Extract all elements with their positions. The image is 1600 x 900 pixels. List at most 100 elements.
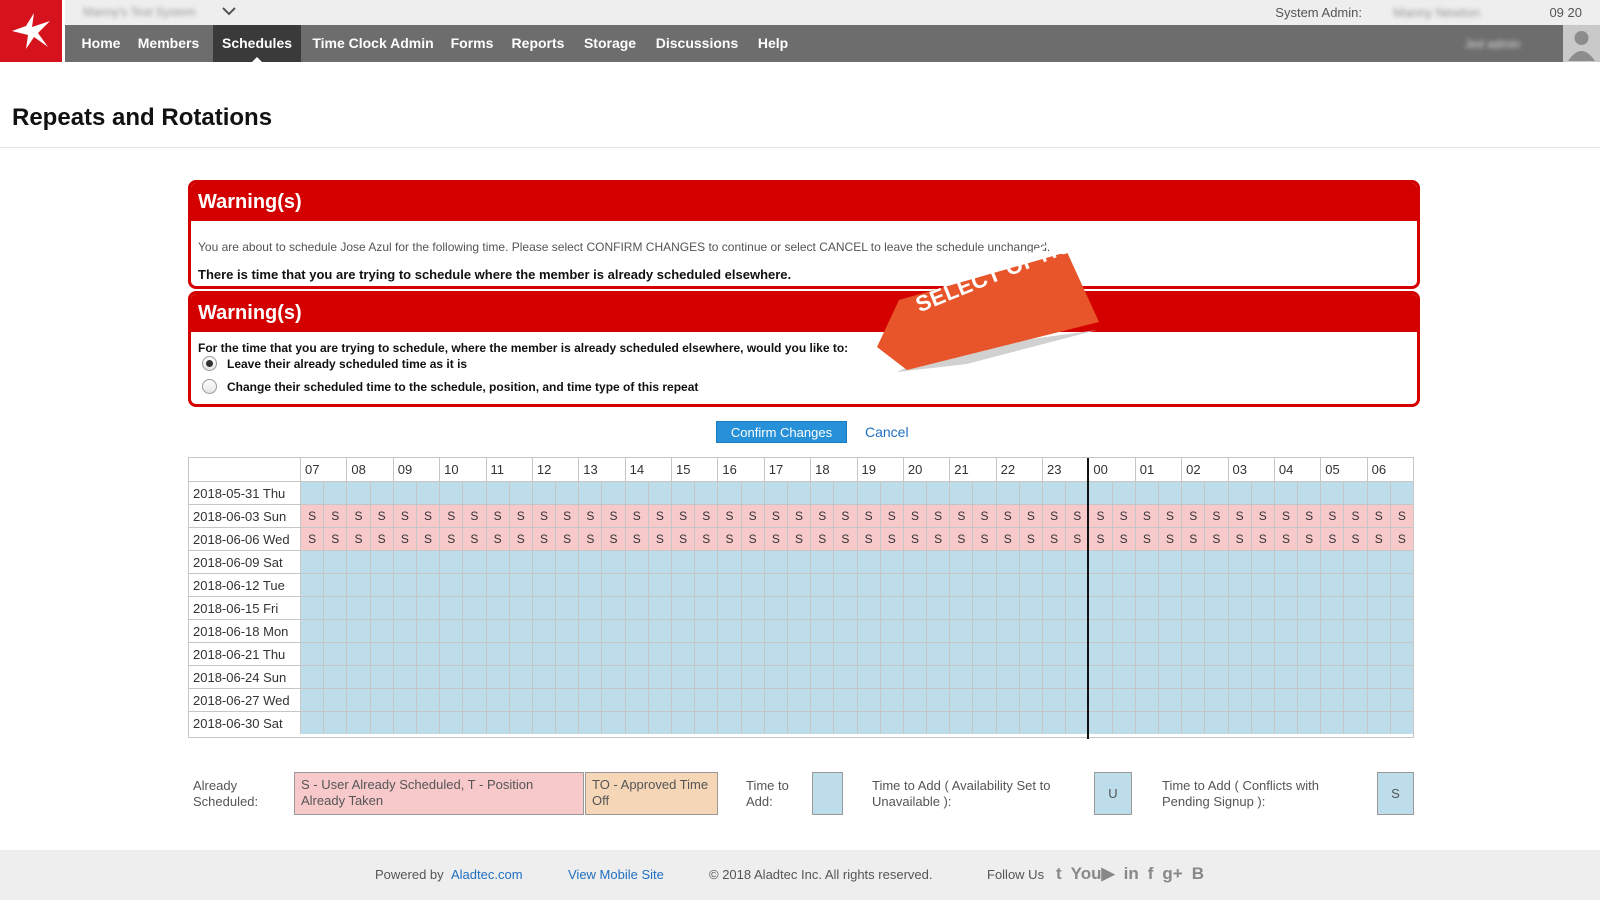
schedule-slot[interactable] [1111,573,1135,596]
schedule-slot[interactable] [369,665,393,688]
schedule-slot[interactable] [300,481,324,504]
schedule-slot[interactable] [1018,550,1042,573]
schedule-slot[interactable] [578,642,602,665]
schedule-slot[interactable]: S [369,504,393,527]
schedule-slot[interactable] [462,642,486,665]
schedule-slot[interactable] [624,573,648,596]
schedule-slot[interactable] [624,642,648,665]
schedule-slot[interactable]: S [1389,527,1413,550]
schedule-slot[interactable] [1042,711,1066,734]
schedule-slot[interactable]: S [972,504,996,527]
schedule-slot[interactable]: S [902,527,927,550]
schedule-slot[interactable] [1111,665,1135,688]
schedule-slot[interactable] [439,573,463,596]
schedule-slot[interactable]: S [1065,527,1089,550]
nav-home[interactable]: Home [72,25,130,62]
schedule-slot[interactable]: S [671,527,695,550]
schedule-slot[interactable] [624,665,648,688]
schedule-slot[interactable]: S [439,527,463,550]
radio-button-selected[interactable] [202,356,217,371]
schedule-slot[interactable] [1042,596,1066,619]
app-logo[interactable] [0,0,62,62]
schedule-slot[interactable] [694,596,718,619]
schedule-slot[interactable]: S [1366,504,1390,527]
schedule-slot[interactable] [1042,481,1066,504]
schedule-slot[interactable] [763,573,787,596]
schedule-slot[interactable] [1343,711,1367,734]
schedule-slot[interactable] [1181,688,1205,711]
schedule-slot[interactable]: S [717,504,741,527]
schedule-slot[interactable] [1227,711,1251,734]
schedule-slot[interactable] [601,596,625,619]
schedule-slot[interactable] [392,665,416,688]
schedule-slot[interactable] [995,481,1019,504]
schedule-slot[interactable] [624,711,648,734]
schedule-slot[interactable] [1320,573,1344,596]
schedule-slot[interactable] [810,573,834,596]
schedule-slot[interactable] [763,481,787,504]
schedule-slot[interactable] [879,481,903,504]
schedule-slot[interactable] [902,619,927,642]
schedule-slot[interactable] [1204,688,1228,711]
schedule-slot[interactable] [1204,573,1228,596]
schedule-slot[interactable] [1157,642,1182,665]
schedule-slot[interactable]: S [694,527,718,550]
youtube-icon[interactable]: You▶ [1071,864,1115,884]
schedule-slot[interactable] [508,665,532,688]
schedule-slot[interactable] [555,688,579,711]
schedule-slot[interactable] [508,642,532,665]
schedule-slot[interactable] [1181,711,1205,734]
schedule-slot[interactable] [1343,642,1367,665]
schedule-slot[interactable] [1088,711,1112,734]
schedule-slot[interactable] [1181,596,1205,619]
schedule-slot[interactable] [833,642,857,665]
schedule-slot[interactable] [926,711,950,734]
schedule-slot[interactable] [671,550,695,573]
schedule-slot[interactable]: S [555,527,579,550]
schedule-slot[interactable] [1227,619,1251,642]
schedule-slot[interactable] [694,665,718,688]
schedule-slot[interactable]: S [810,527,834,550]
schedule-slot[interactable] [1134,550,1158,573]
schedule-slot[interactable] [1273,481,1298,504]
schedule-slot[interactable] [346,711,370,734]
schedule-slot[interactable]: S [1273,504,1298,527]
schedule-slot[interactable]: S [439,504,463,527]
schedule-slot[interactable] [624,619,648,642]
schedule-slot[interactable]: S [926,527,950,550]
schedule-slot[interactable] [531,619,556,642]
schedule-slot[interactable] [1204,665,1228,688]
schedule-slot[interactable] [439,688,463,711]
schedule-slot[interactable] [323,642,347,665]
schedule-slot[interactable] [1065,642,1089,665]
schedule-slot[interactable] [717,573,741,596]
schedule-slot[interactable] [1157,596,1182,619]
schedule-slot[interactable] [415,642,440,665]
schedule-slot[interactable] [323,481,347,504]
schedule-slot[interactable] [1389,665,1413,688]
schedule-slot[interactable] [462,550,486,573]
schedule-slot[interactable] [1320,619,1344,642]
schedule-slot[interactable] [1088,619,1112,642]
schedule-slot[interactable] [1134,711,1158,734]
schedule-slot[interactable] [1343,550,1367,573]
schedule-slot[interactable] [694,481,718,504]
schedule-slot[interactable] [323,665,347,688]
schedule-slot[interactable]: S [740,527,764,550]
schedule-slot[interactable] [995,642,1019,665]
schedule-slot[interactable]: S [300,527,324,550]
schedule-slot[interactable] [462,596,486,619]
schedule-slot[interactable] [415,619,440,642]
schedule-slot[interactable] [786,596,811,619]
schedule-slot[interactable] [879,688,903,711]
schedule-slot[interactable] [647,665,671,688]
schedule-slot[interactable] [346,481,370,504]
schedule-slot[interactable] [763,550,787,573]
schedule-slot[interactable]: S [1042,527,1066,550]
schedule-slot[interactable] [694,573,718,596]
schedule-slot[interactable] [578,550,602,573]
schedule-slot[interactable] [763,619,787,642]
schedule-slot[interactable] [1273,573,1298,596]
nav-reports[interactable]: Reports [509,25,567,62]
schedule-slot[interactable]: S [972,527,996,550]
